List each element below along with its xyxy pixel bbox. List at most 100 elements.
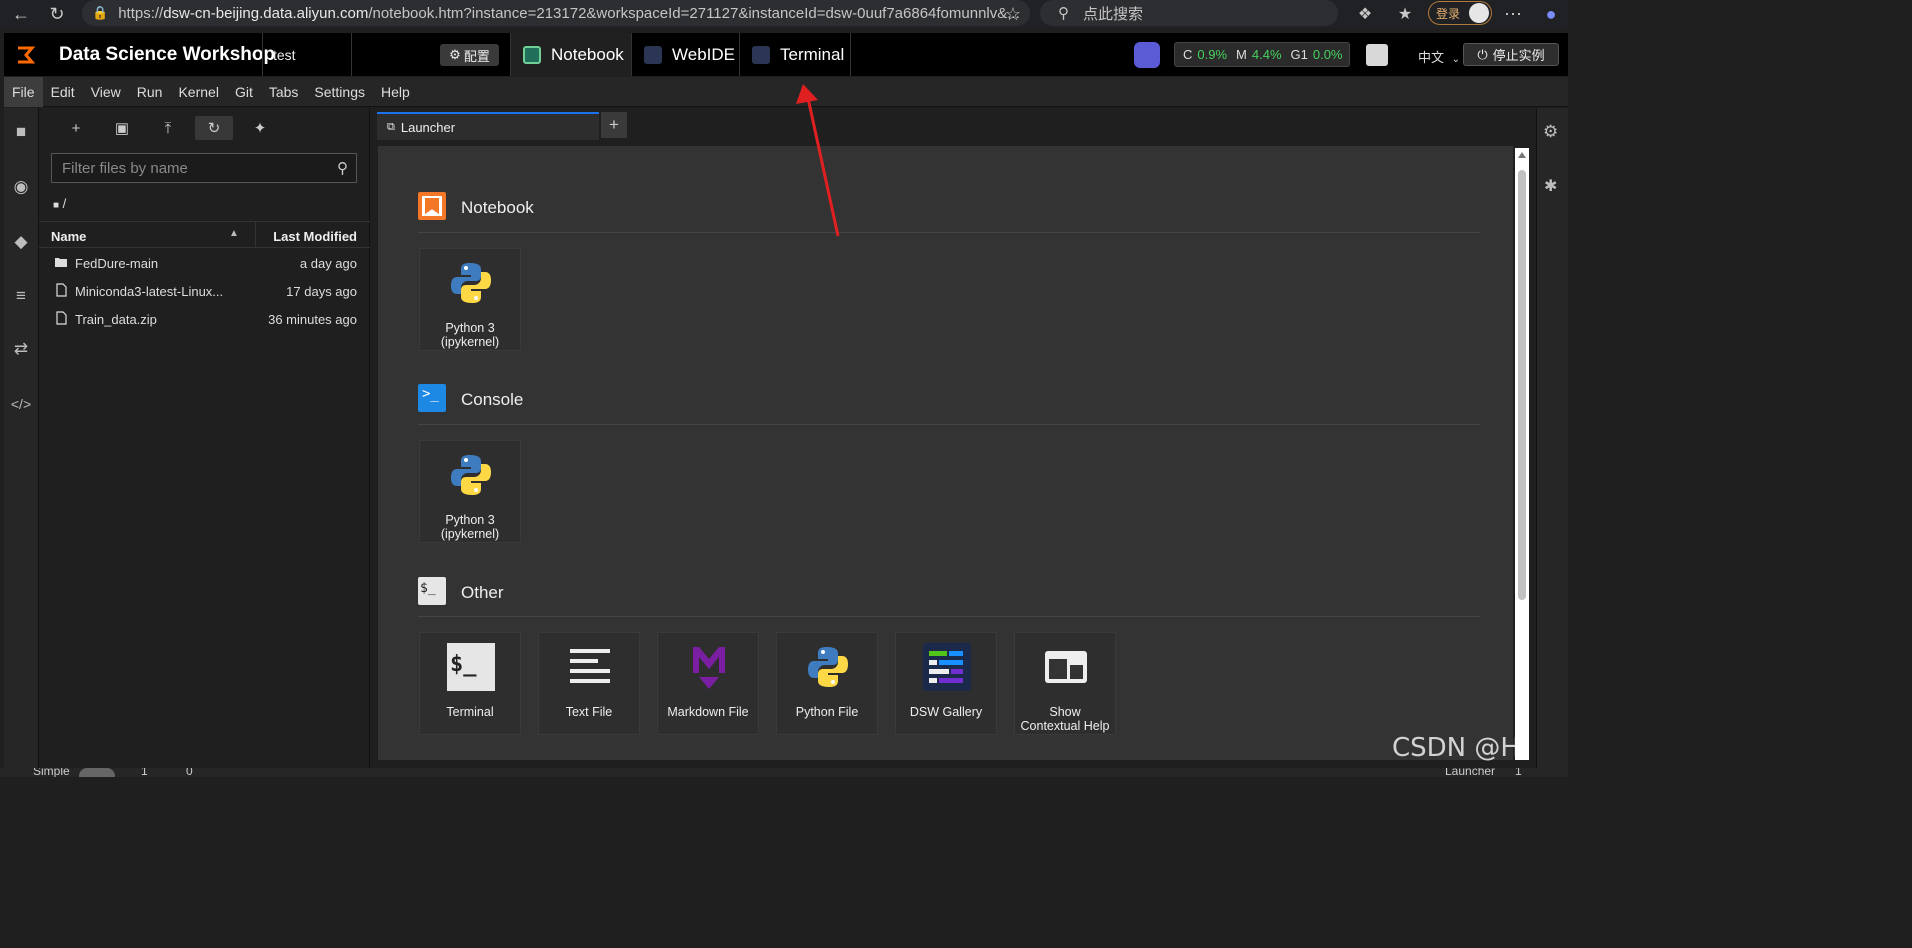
- debugger-icon[interactable]: ✱: [1544, 176, 1557, 196]
- stop-instance-button[interactable]: ⏻ 停止实例: [1463, 43, 1559, 66]
- file-row[interactable]: Train_data.zip 36 minutes ago: [39, 305, 370, 333]
- file-name: Miniconda3-latest-Linux...: [75, 284, 224, 299]
- config-button[interactable]: ⚙ 配置: [440, 44, 499, 66]
- git-clone-icon[interactable]: ✦: [241, 116, 279, 140]
- lock-icon: 🔒: [92, 5, 109, 20]
- launcher-card-contextual-help[interactable]: Show Contextual Help: [1014, 632, 1116, 735]
- launcher-card-notebook-python3[interactable]: Python 3 (ipykernel): [419, 248, 521, 351]
- other-section-icon: $_: [418, 577, 446, 605]
- running-kernels-icon[interactable]: ◉: [9, 175, 33, 199]
- project-name: test: [262, 33, 352, 76]
- tab-terminal[interactable]: Terminal: [740, 33, 851, 76]
- left-sidebar-rail: ■ ◉ ◆ ≡ ⇄ </>: [4, 108, 39, 768]
- file-modified: a day ago: [299, 256, 357, 271]
- column-name[interactable]: Name: [51, 229, 86, 244]
- launcher-card-markdown-file[interactable]: Markdown File: [657, 632, 759, 735]
- python-logo-icon: [808, 647, 848, 687]
- menu-view[interactable]: View: [83, 77, 129, 107]
- menu-tabs[interactable]: Tabs: [261, 77, 307, 107]
- add-tab-button[interactable]: +: [601, 112, 627, 138]
- terminal-count: 0: [186, 768, 193, 777]
- card-label: Python 3 (ipykernel): [440, 513, 500, 541]
- assistant-icon[interactable]: [1134, 42, 1160, 68]
- file-row[interactable]: FedDure-main a day ago: [39, 249, 370, 277]
- back-icon[interactable]: ←: [8, 1, 34, 27]
- shuffle-icon[interactable]: ⇄: [9, 337, 33, 361]
- browser-search-box[interactable]: ⚲ 点此搜索: [1040, 0, 1338, 26]
- card-label: DSW Gallery: [909, 705, 983, 719]
- launcher-card-terminal[interactable]: $_ Terminal: [419, 632, 521, 735]
- python-logo-icon: [451, 455, 491, 495]
- folder-icon: [55, 258, 67, 267]
- login-button[interactable]: 登录: [1428, 1, 1492, 25]
- menu-help[interactable]: Help: [373, 77, 418, 107]
- watermark: CSDN @Hi: [1392, 733, 1528, 763]
- folder-icon: ■: [53, 200, 60, 211]
- cpu-label: C: [1183, 47, 1193, 62]
- tab-webide[interactable]: WebIDE: [632, 33, 740, 76]
- folder-icon[interactable]: ■: [9, 120, 33, 144]
- copilot-icon[interactable]: ●: [1538, 1, 1564, 27]
- document-tab-bar: ⧉ Launcher +: [377, 112, 627, 140]
- language-selector[interactable]: 中文 ⌄: [1418, 47, 1460, 66]
- code-snippets-icon[interactable]: </>: [9, 392, 33, 416]
- launcher-card-dsw-gallery[interactable]: DSW Gallery: [895, 632, 997, 735]
- more-menu-icon[interactable]: ⋯: [1500, 1, 1526, 27]
- user-avatar[interactable]: [1366, 44, 1388, 66]
- launcher-card-text-file[interactable]: Text File: [538, 632, 640, 735]
- sort-ascending-icon: ▲: [229, 228, 239, 239]
- python-logo-icon: [451, 263, 491, 303]
- right-sidebar-rail: ⚙ ✱: [1536, 108, 1568, 768]
- launcher-card-console-python3[interactable]: Python 3 (ipykernel): [419, 440, 521, 543]
- tab-launcher-label: Launcher: [400, 119, 456, 135]
- scrollbar-thumb[interactable]: [1518, 170, 1526, 600]
- contextual-help-icon: [1045, 651, 1087, 683]
- search-icon: ⚲: [337, 160, 348, 177]
- menu-run[interactable]: Run: [129, 77, 171, 107]
- favorites-icon[interactable]: ★: [1392, 1, 1418, 27]
- resource-usage[interactable]: C 0.9% M 4.4% G1 0.0%: [1174, 42, 1350, 67]
- notebook-section-icon: [418, 192, 446, 220]
- simple-mode-toggle[interactable]: [79, 768, 115, 777]
- card-label: Python 3 (ipykernel): [440, 321, 500, 349]
- new-launcher-icon[interactable]: +: [57, 116, 95, 140]
- new-folder-icon[interactable]: ▣: [103, 116, 141, 140]
- card-label: Markdown File: [667, 705, 749, 719]
- menu-edit[interactable]: Edit: [43, 77, 83, 107]
- console-section-icon: >_: [418, 384, 446, 412]
- column-divider[interactable]: [255, 222, 256, 247]
- menu-git[interactable]: Git: [227, 77, 261, 107]
- launcher-card-python-file[interactable]: Python File: [776, 632, 878, 735]
- file-filter-input[interactable]: Filter files by name ⚲: [51, 153, 357, 183]
- menu-file[interactable]: File: [4, 76, 43, 107]
- address-bar[interactable]: 🔒 https://dsw-cn-beijing.data.aliyun.com…: [82, 0, 1030, 26]
- reload-icon[interactable]: ↻: [44, 1, 70, 27]
- git-icon[interactable]: ◆: [9, 230, 33, 254]
- toc-icon[interactable]: ≡: [9, 284, 33, 308]
- file-row[interactable]: Miniconda3-latest-Linux... 17 days ago: [39, 277, 370, 305]
- launcher-status-label: Launcher: [1445, 768, 1496, 777]
- scroll-up-icon[interactable]: [1518, 152, 1526, 158]
- menu-kernel[interactable]: Kernel: [170, 77, 226, 107]
- file-list-header: Name ▲ Last Modified: [39, 221, 370, 248]
- launcher-scrollbar[interactable]: [1515, 148, 1529, 760]
- breadcrumb-path: /: [62, 196, 67, 211]
- language-label: 中文: [1418, 50, 1445, 65]
- property-inspector-icon[interactable]: ⚙: [1543, 122, 1558, 142]
- bookmark-star-icon[interactable]: ☆: [1000, 1, 1026, 27]
- markdown-icon: [693, 647, 725, 689]
- menu-settings[interactable]: Settings: [306, 77, 373, 107]
- extensions-icon[interactable]: ❖: [1352, 1, 1378, 27]
- column-last-modified[interactable]: Last Modified: [273, 229, 357, 244]
- gear-icon: ⚙: [449, 47, 461, 62]
- upload-icon[interactable]: ⤒: [149, 116, 187, 140]
- tab-launcher[interactable]: ⧉ Launcher: [377, 112, 599, 140]
- power-icon: ⏻: [1477, 46, 1488, 62]
- card-label: Show Contextual Help: [1020, 705, 1110, 733]
- chevron-down-icon: ⌄: [1451, 54, 1461, 65]
- notebook-icon: [523, 45, 541, 64]
- tab-notebook[interactable]: Notebook: [510, 33, 632, 76]
- refresh-icon[interactable]: ↻: [195, 116, 233, 140]
- file-browser-toolbar: + ▣ ⤒ ↻ ✦: [57, 116, 279, 140]
- breadcrumb[interactable]: ■ /: [53, 196, 66, 211]
